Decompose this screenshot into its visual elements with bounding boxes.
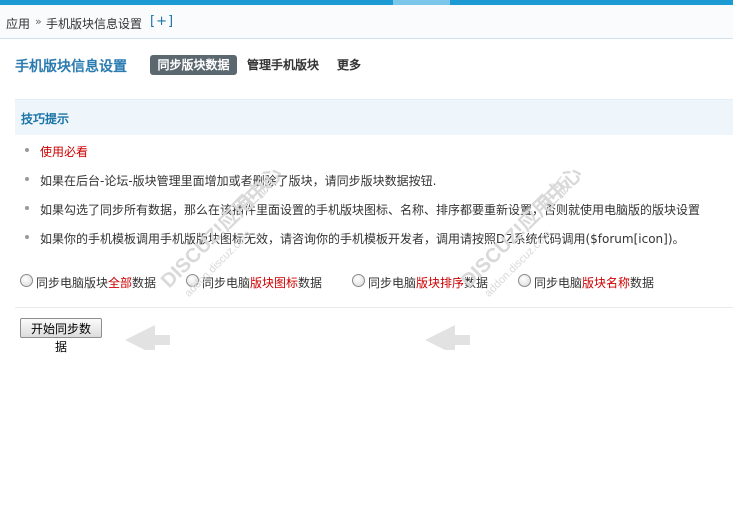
tip-text-must-read: 使用必看: [40, 145, 89, 159]
tip-text: 如果你的手机模板调用手机版版块图标无效，请咨询你的手机模板开发者，调用请按照DZ…: [40, 232, 685, 246]
sync-icon-label[interactable]: 同步电脑版块图标数据: [202, 274, 322, 291]
page-title: 手机版块信息设置: [15, 59, 127, 75]
bullet-icon: [25, 177, 29, 181]
start-sync-button[interactable]: 开始同步数据: [20, 318, 102, 354]
sync-all-label[interactable]: 同步电脑版块全部数据: [36, 274, 156, 291]
breadcrumb-separator: »: [35, 15, 42, 28]
tab-more[interactable]: 更多: [337, 55, 361, 75]
sync-all-radio[interactable]: [20, 274, 33, 287]
add-to-menu-button[interactable]: [+]: [150, 14, 174, 29]
bullet-icon: [25, 206, 29, 210]
svg-text:DISCUZ!应用中心: DISCUZ!应用中心: [456, 162, 587, 293]
tab-manage-mobile-forums[interactable]: 管理手机版块: [247, 55, 319, 75]
tip-text: 如果在后台-论坛-版块管理里面增加或者删除了版块，请同步版块数据按钮.: [40, 174, 437, 188]
tab-sync-data[interactable]: 同步版块数据: [150, 55, 237, 75]
bullet-icon: [25, 235, 29, 239]
sync-name-label[interactable]: 同步电脑版块名称数据: [534, 274, 654, 291]
tips-header: 技巧提示: [15, 99, 733, 135]
breadcrumb-app-link[interactable]: 应用: [6, 15, 30, 32]
tip-text: 如果勾选了同步所有数据，那么在该插件里面设置的手机版块图标、名称、排序都要重新设…: [40, 203, 701, 217]
sync-icon-radio[interactable]: [186, 274, 199, 287]
sync-name-radio[interactable]: [518, 274, 531, 287]
breadcrumb-current: 手机版块信息设置: [46, 17, 143, 31]
sync-order-radio[interactable]: [352, 274, 365, 287]
breadcrumb: 应用 » 手机版块信息设置 [+]: [0, 5, 733, 39]
sync-order-label[interactable]: 同步电脑版块排序数据: [368, 274, 488, 291]
bullet-icon: [25, 148, 29, 152]
tips-title: 技巧提示: [21, 112, 70, 126]
discuz-watermark-logo: DISCUZ!应用中心 addon.discuz.com 正版: [425, 162, 587, 350]
form-divider: [15, 307, 733, 308]
